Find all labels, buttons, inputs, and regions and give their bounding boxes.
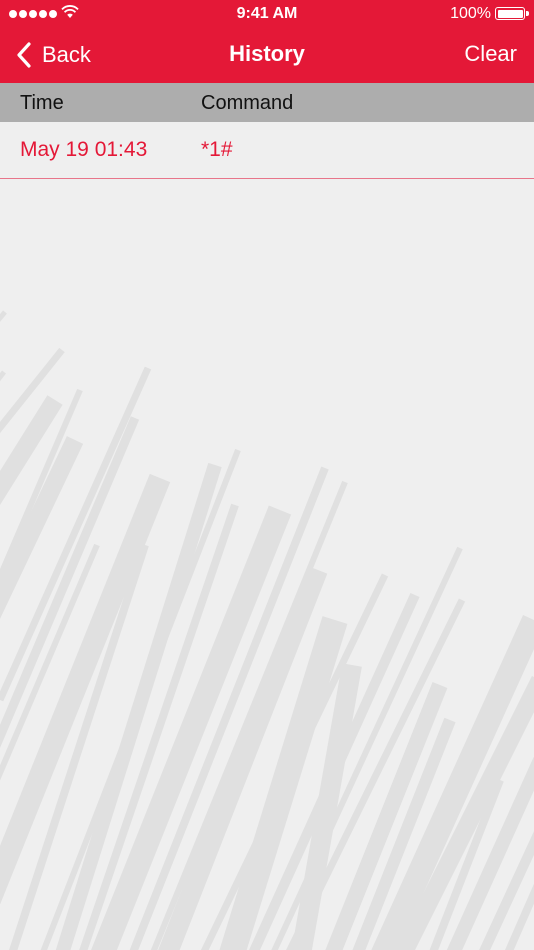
battery-percentage: 100% xyxy=(450,5,491,22)
column-header-command: Command xyxy=(201,92,294,114)
battery-icon xyxy=(495,7,529,20)
column-header-time: Time xyxy=(20,92,64,114)
status-bar: 9:41 AM 100% xyxy=(0,0,534,28)
back-label: Back xyxy=(42,42,91,67)
back-button[interactable]: Back xyxy=(14,40,91,70)
app-header: 9:41 AM 100% Back History Clear xyxy=(0,0,534,83)
table-row[interactable]: May 19 01:43 *1# xyxy=(0,122,534,179)
navigation-bar: Back History Clear xyxy=(0,28,534,83)
clear-button[interactable]: Clear xyxy=(464,41,517,67)
row-command: *1# xyxy=(201,138,233,161)
row-time: May 19 01:43 xyxy=(20,138,148,161)
history-screen: 9:41 AM 100% Back History Clear Time Com… xyxy=(0,0,534,950)
table-header: Time Command xyxy=(0,83,534,122)
chevron-left-icon xyxy=(17,42,31,68)
